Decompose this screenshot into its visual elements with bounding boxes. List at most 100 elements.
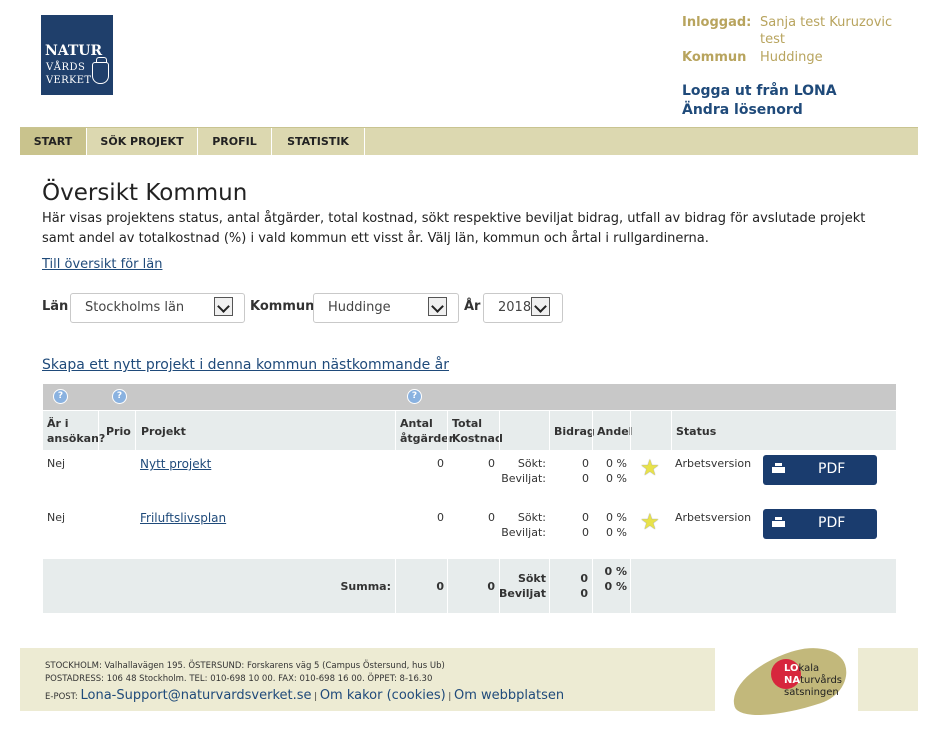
header-status: Status [676, 425, 717, 438]
tab-profile[interactable]: PROFIL [198, 128, 272, 155]
page-title: Översikt Kommun [42, 180, 248, 206]
summary-label: Summa: [340, 580, 392, 593]
header-total-cost-2: Kostnad [452, 432, 503, 445]
star-icon[interactable]: ★ [640, 456, 660, 481]
help-row: ? ? ? [43, 384, 896, 410]
main-nav: START SÖK PROJEKT PROFIL STATISTIK [20, 127, 918, 155]
county-select[interactable]: Stockholms län [70, 293, 245, 323]
table-header: Är i ansökan? Prio Projekt Antal åtgärde… [43, 410, 896, 451]
year-select[interactable]: 2018 [483, 293, 563, 323]
footer-separator: | [448, 692, 452, 702]
row-sought-share: 0 % [606, 511, 627, 524]
municipality-select[interactable]: Huddinge [313, 293, 459, 323]
footer-address-2: POSTADRESS: 106 48 Stockholm. TEL: 010-6… [45, 674, 433, 684]
logo-text-2: VÅRDS [46, 62, 86, 73]
pdf-button-label: PDF [818, 515, 846, 531]
municipality-filter-label: Kommun [250, 299, 315, 314]
chevron-down-icon[interactable] [428, 297, 447, 316]
row-sought-grant: 0 [582, 511, 589, 524]
header-measures: Antal [400, 417, 433, 430]
row-granted-label: Beviljat: [501, 526, 546, 539]
logged-in-user-name: Sanja test Kuruzovic [760, 15, 893, 30]
footer-right-panel [858, 648, 918, 711]
summary-total-cost: 0 [487, 580, 495, 593]
header-prio: Prio [106, 425, 131, 438]
header-in-application-2: ansökan? [47, 432, 106, 445]
row-in-application: Nej [47, 511, 66, 524]
column-divider [671, 411, 672, 451]
lona-kala: kala [798, 663, 820, 674]
header-grant: Bidrag [554, 425, 595, 438]
chevron-down-icon[interactable] [214, 297, 233, 316]
column-divider [630, 411, 631, 451]
column-divider [447, 559, 448, 613]
intro-line-2: samt andel av totalkostnad (%) i vald ko… [42, 231, 709, 246]
summary-granted-label: Beviljat [499, 587, 547, 600]
county-overview-link[interactable]: Till översikt för län [42, 257, 162, 272]
tab-search-project[interactable]: SÖK PROJEKT [87, 128, 198, 155]
footer-address-1: STOCKHOLM: Valhallavägen 195. ÖSTERSUND:… [45, 661, 445, 671]
lona-line-1: LOkala [784, 663, 819, 674]
municipality-value: Huddinge [760, 50, 823, 65]
row-status: Arbetsversion [675, 511, 752, 524]
summary-measures: 0 [436, 580, 444, 593]
row-granted-label: Beviljat: [501, 472, 546, 485]
county-label: Län [42, 299, 69, 314]
cookies-link[interactable]: Om kakor (cookies) [320, 688, 446, 703]
lona-na: NA [784, 675, 801, 686]
summary-granted-share: 0 % [604, 580, 627, 593]
lona-line-3: satsningen [784, 687, 839, 698]
logo-text-1: NATUR [45, 43, 103, 59]
column-divider [592, 559, 593, 613]
row-sought-grant: 0 [582, 457, 589, 470]
row-granted-grant: 0 [582, 472, 589, 485]
column-divider [98, 411, 99, 451]
website-link[interactable]: Om webbplatsen [454, 688, 564, 703]
footer-email-label: E-POST: [45, 692, 78, 702]
row-in-application: Nej [47, 457, 66, 470]
pdf-button-label: PDF [818, 461, 846, 477]
project-link[interactable]: Friluftslivsplan [140, 511, 226, 525]
create-project-link[interactable]: Skapa ett nytt projekt i denna kommun nä… [42, 357, 449, 373]
tab-statistics[interactable]: STATISTIK [272, 128, 365, 155]
column-divider [630, 559, 631, 613]
header-share: Andel [597, 425, 633, 438]
header-project: Projekt [141, 425, 186, 438]
row-measures: 0 [437, 511, 444, 524]
row-sought-label: Sökt: [517, 457, 546, 470]
column-divider [592, 411, 593, 451]
row-measures: 0 [437, 457, 444, 470]
printer-icon [772, 463, 785, 474]
project-link[interactable]: Nytt projekt [140, 457, 211, 471]
row-total-cost: 0 [488, 511, 495, 524]
intro-line-1: Här visas projektens status, antal åtgär… [42, 211, 866, 226]
municipality-select-value: Huddinge [328, 300, 391, 315]
summary-granted-grant: 0 [580, 587, 588, 600]
year-label: År [464, 299, 481, 314]
column-divider [499, 411, 500, 451]
help-icon[interactable]: ? [53, 389, 68, 404]
pdf-button[interactable]: PDF [763, 509, 877, 539]
summary-sought-grant: 0 [580, 572, 588, 585]
logout-link[interactable]: Logga ut från LONA [682, 83, 837, 99]
printer-icon [772, 517, 785, 528]
help-icon[interactable]: ? [112, 389, 127, 404]
chevron-down-icon[interactable] [531, 297, 550, 316]
naturvardsverket-logo[interactable]: NATUR VÅRDS VERKET [41, 15, 113, 95]
column-divider [549, 559, 550, 613]
summary-sought-share: 0 % [604, 565, 627, 578]
column-divider [395, 411, 396, 451]
lona-logo[interactable]: LOkala NAturvårds satsningen [723, 637, 855, 729]
tab-start[interactable]: START [20, 128, 87, 155]
pdf-button[interactable]: PDF [763, 455, 877, 485]
lona-turvards: turvårds [800, 675, 843, 686]
support-email-link[interactable]: Lona-Support@naturvardsverket.se [80, 688, 311, 703]
logo-text-3: VERKET [46, 75, 92, 86]
lona-line-2: NAturvårds [784, 675, 842, 686]
row-granted-grant: 0 [582, 526, 589, 539]
help-icon[interactable]: ? [407, 389, 422, 404]
logged-in-label: Inloggad: [682, 15, 752, 30]
star-icon[interactable]: ★ [640, 510, 660, 535]
header-total-cost: Total [452, 417, 483, 430]
change-password-link[interactable]: Ändra lösenord [682, 102, 803, 118]
